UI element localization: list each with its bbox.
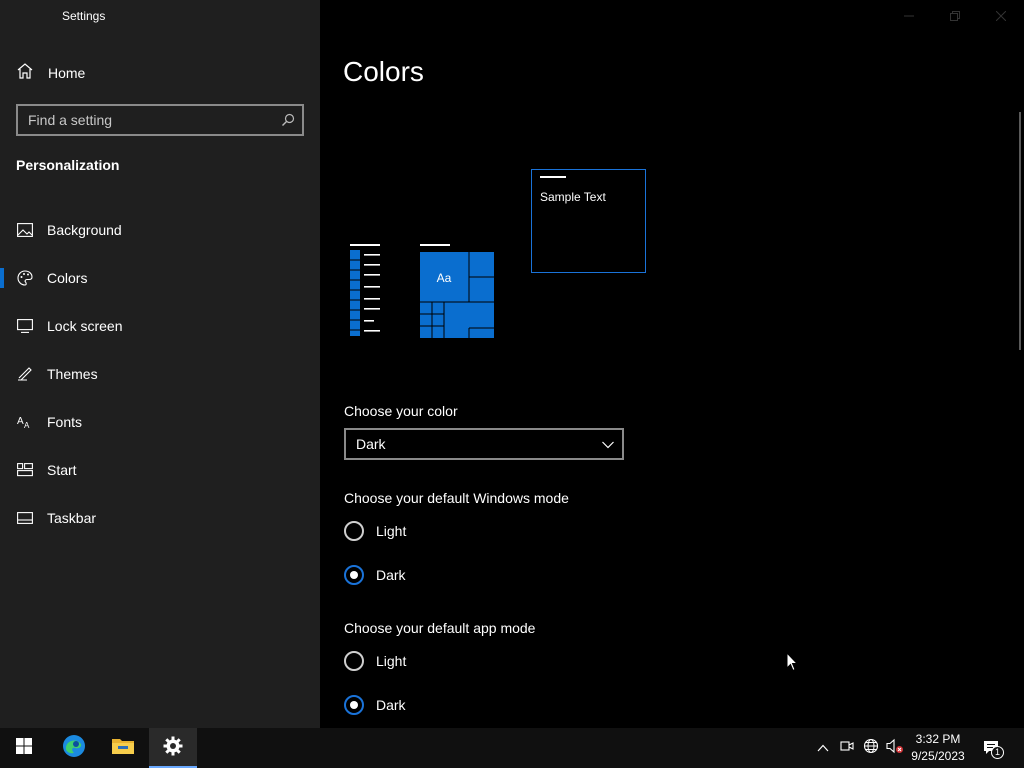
search-input[interactable]	[18, 112, 274, 128]
action-center-button[interactable]: 1	[978, 728, 1006, 768]
chevron-down-icon	[602, 436, 614, 452]
palette-icon	[16, 269, 34, 287]
start-icon	[16, 461, 34, 479]
network-button[interactable]	[861, 728, 881, 768]
speaker-muted-icon	[886, 738, 904, 759]
clock-time: 3:32 PM	[915, 732, 961, 746]
sidebar-item-label: Lock screen	[47, 318, 123, 334]
sidebar-item-label: Themes	[47, 366, 98, 382]
sidebar-item-label: Start	[47, 462, 77, 478]
sidebar-item-label: Background	[47, 222, 122, 238]
preview-tiles: Aa	[420, 244, 494, 338]
search-box[interactable]	[16, 104, 304, 136]
radio-label: Light	[376, 523, 407, 539]
volume-button[interactable]	[884, 728, 906, 768]
radio-circle[interactable]	[344, 651, 364, 671]
app-mode-light-radio[interactable]: Light	[344, 650, 406, 672]
restore-button[interactable]	[932, 0, 978, 32]
windows-mode-dark-radio[interactable]: Dark	[344, 564, 406, 586]
camera-icon	[840, 739, 854, 758]
color-mode-dropdown[interactable]: Dark	[344, 428, 624, 460]
edge-button[interactable]	[50, 728, 98, 768]
radio-label: Dark	[376, 567, 406, 583]
sidebar-item-lock-screen[interactable]: Lock screen	[0, 302, 320, 350]
folder-icon	[111, 736, 135, 761]
radio-circle[interactable]	[344, 521, 364, 541]
show-hidden-icons-button[interactable]	[814, 728, 832, 768]
gear-icon	[163, 736, 183, 761]
lock-screen-icon	[16, 317, 34, 335]
sidebar-item-themes[interactable]: Themes	[0, 350, 320, 398]
scrollbar[interactable]	[1019, 112, 1021, 350]
close-button[interactable]	[978, 0, 1024, 32]
preview-sample-text: Sample Text	[540, 190, 606, 204]
meet-now-button[interactable]	[837, 728, 857, 768]
radio-label: Light	[376, 653, 407, 669]
app-title: Settings	[62, 9, 106, 23]
brush-icon	[16, 365, 34, 383]
preview-window: Sample Text	[531, 169, 646, 273]
clock-date: 9/25/2023	[911, 749, 965, 763]
sidebar-item-background[interactable]: Background	[0, 206, 320, 254]
radio-circle[interactable]	[344, 565, 364, 585]
taskbar: 3:32 PM 9/25/2023 1	[0, 728, 1024, 768]
sidebar-item-taskbar[interactable]: Taskbar	[0, 494, 320, 542]
sidebar: Settings Home Personalization Background…	[0, 0, 320, 728]
start-button[interactable]	[0, 728, 48, 768]
taskbar-clock[interactable]: 3:32 PM 9/25/2023	[906, 731, 970, 765]
notification-icon: 1	[982, 739, 1004, 759]
page-title: Colors	[343, 56, 424, 87]
tile-text: Aa	[437, 271, 452, 285]
sidebar-item-label: Colors	[47, 270, 88, 286]
globe-icon	[863, 738, 879, 759]
color-preview: Aa Sample Text	[348, 168, 648, 343]
windows-logo-icon	[16, 737, 32, 759]
taskbar-icon	[16, 509, 34, 527]
main-panel: Colors Aa Sample Text Choose your color …	[320, 0, 1024, 728]
app-mode-dark-radio[interactable]: Dark	[344, 694, 406, 716]
preview-window-titlebar	[540, 176, 566, 178]
settings-taskbar-button[interactable]	[149, 728, 197, 768]
radio-label: Dark	[376, 697, 406, 713]
search-icon[interactable]	[274, 106, 302, 134]
picture-icon	[16, 221, 34, 239]
file-explorer-button[interactable]	[99, 728, 147, 768]
home-label: Home	[48, 65, 86, 81]
sidebar-nav: Background Colors Lock screen Themes AA …	[0, 206, 320, 542]
windows-mode-label: Choose your default Windows mode	[344, 490, 569, 506]
sidebar-item-label: Fonts	[47, 414, 83, 430]
mouse-cursor-icon	[786, 652, 798, 672]
edge-browser-icon	[62, 734, 86, 763]
app-mode-label: Choose your default app mode	[344, 620, 536, 636]
sidebar-item-fonts[interactable]: AA Fonts	[0, 398, 320, 446]
dropdown-value: Dark	[356, 436, 386, 452]
preview-start-list	[350, 244, 380, 336]
fonts-icon: AA	[16, 413, 34, 431]
svg-text:A: A	[24, 421, 30, 429]
chevron-up-icon	[817, 739, 829, 757]
home-icon	[16, 62, 34, 85]
radio-circle[interactable]	[344, 695, 364, 715]
window-controls	[886, 0, 1024, 32]
sidebar-item-label: Taskbar	[47, 510, 97, 526]
svg-text:A: A	[17, 416, 24, 427]
choose-color-label: Choose your color	[344, 403, 458, 419]
windows-mode-light-radio[interactable]: Light	[344, 520, 406, 542]
sidebar-item-colors[interactable]: Colors	[0, 254, 320, 302]
notification-count-badge: 1	[991, 746, 1004, 759]
home-button[interactable]: Home	[16, 60, 85, 86]
sidebar-item-start[interactable]: Start	[0, 446, 320, 494]
minimize-button[interactable]	[886, 0, 932, 32]
section-title: Personalization	[16, 157, 120, 173]
